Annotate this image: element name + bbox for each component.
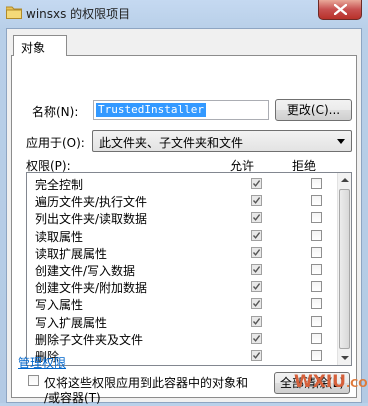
apply-only-checkbox[interactable]: [28, 375, 39, 386]
deny-checkbox[interactable]: [311, 298, 322, 310]
permission-row: 读取扩展属性: [27, 244, 339, 261]
deny-checkbox[interactable]: [311, 332, 322, 344]
deny-checkbox[interactable]: [311, 281, 322, 293]
allow-checkbox[interactable]: [251, 298, 262, 310]
deny-checkbox[interactable]: [311, 195, 322, 207]
apply-to-value: 此文件夹、子文件夹和文件: [99, 136, 244, 150]
watermark-suffix: .COM: [346, 377, 368, 390]
deny-checkbox[interactable]: [311, 315, 322, 327]
permissions-list: 完全控制遍历文件夹/执行文件 列出文件夹/读取数据 读取属性读取扩展属性创建文件/写…: [26, 172, 352, 366]
apply-only-label-line2: /或容器(T): [44, 391, 101, 405]
name-label: 名称(N):: [32, 105, 79, 119]
principal-name-field[interactable]: TrustedInstaller: [93, 100, 269, 120]
permission-row: 写入属性: [27, 295, 339, 312]
allow-checkbox[interactable]: [251, 246, 262, 258]
change-button[interactable]: 更改(C)...: [275, 99, 352, 121]
permission-row: 列出文件夹/读取数据: [27, 209, 339, 226]
scroll-down-icon[interactable]: [341, 356, 349, 360]
allow-checkbox[interactable]: [251, 195, 262, 207]
chevron-down-icon: [337, 139, 345, 144]
permission-name: 创建文件夹/附加数据: [35, 281, 148, 296]
permission-name: 写入属性: [35, 298, 84, 313]
allow-checkbox[interactable]: [251, 315, 262, 327]
permission-name: 删除子文件夹及文件: [35, 332, 144, 347]
window-title: winsxs 的权限项目: [26, 7, 131, 21]
allow-checkbox[interactable]: [251, 281, 262, 293]
permission-row: 删除子文件夹及文件: [27, 330, 339, 347]
permission-row: 写入扩展属性: [27, 313, 339, 330]
permissions-scrollbar[interactable]: [337, 173, 351, 365]
watermark-main: WXIU: [294, 372, 346, 392]
permission-row: 完全控制: [27, 175, 339, 192]
permission-row: 删除: [27, 347, 339, 364]
deny-checkbox[interactable]: [311, 246, 322, 258]
permission-row: 遍历文件夹/执行文件: [27, 192, 339, 209]
manage-permissions-link[interactable]: 管理权限: [18, 354, 66, 371]
permission-row: 创建文件夹/附加数据: [27, 278, 339, 295]
watermark-logo: WXIU.COM: [294, 372, 368, 392]
deny-checkbox[interactable]: [311, 229, 322, 241]
deny-checkbox[interactable]: [311, 212, 322, 224]
allow-checkbox[interactable]: [251, 350, 262, 361]
dialog-client: 对象 名称(N): TrustedInstaller 更改(C)... 应用于(…: [6, 28, 362, 405]
permission-name: 创建文件/写入数据: [35, 264, 136, 278]
allow-checkbox[interactable]: [251, 264, 262, 275]
allow-checkbox[interactable]: [251, 178, 262, 189]
title-bar: winsxs 的权限项目: [0, 0, 368, 28]
allow-checkbox[interactable]: [251, 212, 262, 224]
permission-name: 写入扩展属性: [35, 315, 108, 330]
close-icon: [334, 4, 347, 15]
allow-checkbox[interactable]: [251, 229, 262, 241]
deny-checkbox[interactable]: [311, 350, 322, 361]
scroll-up-icon[interactable]: [341, 178, 349, 182]
scroll-thumb[interactable]: [339, 189, 350, 349]
apply-to-dropdown[interactable]: 此文件夹、子文件夹和文件: [92, 130, 352, 152]
tab-object-label: 对象: [21, 41, 46, 55]
tab-panel: 名称(N): TrustedInstaller 更改(C)... 应用于(O):…: [11, 55, 357, 405]
permission-name: 读取属性: [35, 229, 84, 244]
permission-row: 创建文件/写入数据: [27, 261, 339, 278]
allow-checkbox[interactable]: [251, 332, 262, 344]
permission-name: 读取扩展属性: [35, 246, 108, 261]
principal-name-value: TrustedInstaller: [96, 103, 206, 117]
permission-entry-dialog: winsxs 的权限项目 对象 名称(N): TrustedInstaller …: [0, 0, 368, 405]
apply-to-label: 应用于(O):: [26, 136, 85, 150]
folder-icon: [5, 5, 23, 20]
permission-name: 完全控制: [35, 178, 84, 192]
deny-checkbox[interactable]: [311, 178, 322, 189]
permission-name: 遍历文件夹/执行文件: [35, 195, 148, 210]
close-button[interactable]: [318, 0, 362, 20]
permission-name: 列出文件夹/读取数据: [35, 212, 148, 227]
tab-object[interactable]: 对象: [13, 35, 67, 56]
deny-checkbox[interactable]: [311, 264, 322, 275]
permission-row: 读取属性: [27, 227, 339, 244]
